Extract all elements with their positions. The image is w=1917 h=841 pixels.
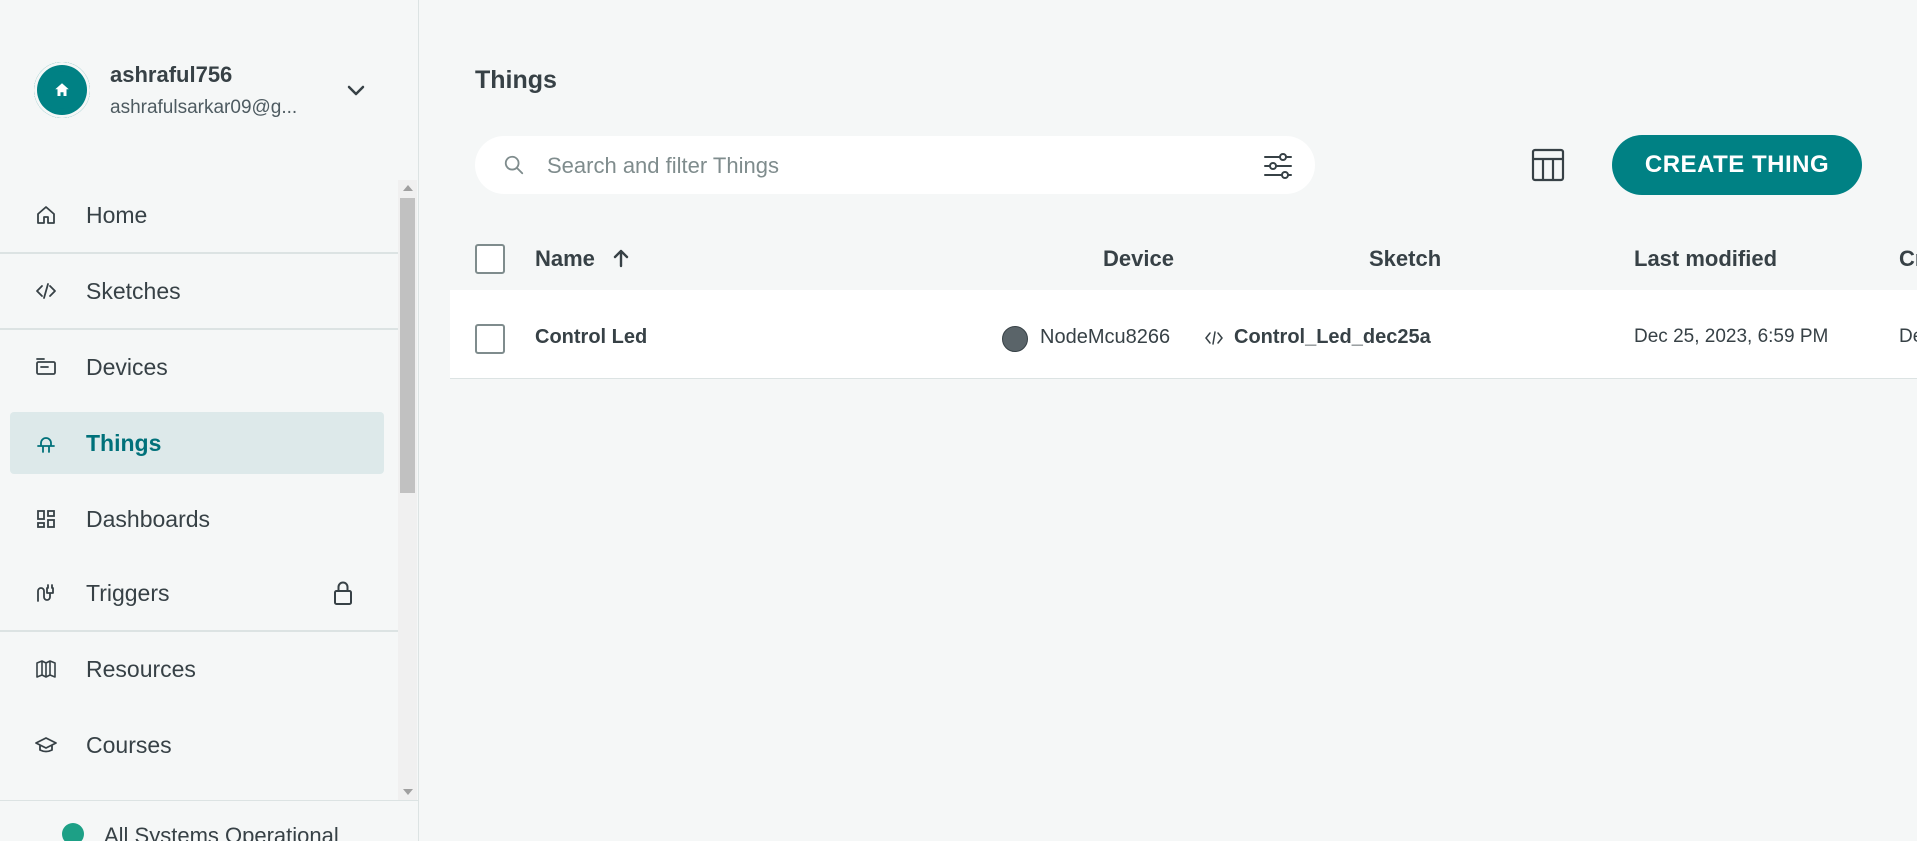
scroll-down-arrow[interactable] (403, 789, 413, 795)
table-row[interactable]: Control Led NodeMcu8266 Control_Led_dec2… (450, 290, 1917, 379)
home-icon (55, 83, 69, 96)
arrow-up-icon (613, 249, 629, 268)
sidebar-item-label: Triggers (86, 579, 170, 606)
sketch-name[interactable]: Control_Led_dec25a (1234, 326, 1431, 349)
scroll-up-arrow[interactable] (403, 185, 413, 191)
table-view-icon[interactable] (1531, 148, 1565, 182)
code-icon (36, 283, 56, 299)
device-status-dot (1002, 326, 1028, 352)
column-header-name[interactable]: Name (535, 246, 631, 272)
main-content: Things CREATE THING Name Device Sketch L… (419, 0, 1917, 841)
sidebar-item-triggers[interactable]: Triggers (10, 562, 384, 624)
home-icon (37, 206, 55, 224)
code-icon (1205, 331, 1223, 345)
sidebar-item-label: Home (86, 201, 148, 228)
column-header-label: Name (535, 246, 595, 271)
status-indicator (62, 823, 84, 841)
dashboard-icon (37, 510, 55, 528)
sidebar: ashraful756 ashrafulsarkar09@g... Home S… (0, 0, 419, 841)
status-text: All Systems Operational (104, 823, 339, 841)
chevron-down-icon[interactable] (344, 78, 368, 102)
select-all-checkbox[interactable] (475, 244, 505, 274)
column-header-device[interactable]: Device (1103, 246, 1174, 272)
book-icon (36, 660, 56, 678)
column-header-sketch[interactable]: Sketch (1369, 246, 1441, 272)
sidebar-item-label: Sketches (86, 277, 181, 304)
lock-icon (334, 581, 352, 605)
column-header-created[interactable]: Cr (1899, 246, 1917, 272)
sidebar-item-label: Resources (86, 655, 196, 682)
sidebar-item-courses[interactable]: Courses (10, 714, 384, 776)
thing-icon (37, 437, 55, 453)
account-switcher[interactable]: ashraful756 ashrafulsarkar09@g... (34, 60, 394, 124)
table-header: Name Device Sketch Last modified Cr (419, 238, 1917, 288)
sidebar-item-label: Things (86, 429, 162, 456)
last-modified-value: Dec 25, 2023, 6:59 PM (1634, 326, 1829, 347)
account-email: ashrafulsarkar09@g... (110, 97, 298, 118)
sidebar-item-things[interactable]: Things (10, 412, 384, 474)
search-input[interactable] (545, 146, 1229, 186)
system-status[interactable]: All Systems Operational (0, 800, 418, 841)
graduation-cap-icon (35, 737, 57, 753)
column-header-last-modified[interactable]: Last modified (1634, 246, 1777, 272)
sidebar-item-label: Courses (86, 731, 172, 758)
search-icon (504, 155, 524, 175)
sidebar-scrollbar[interactable] (398, 180, 417, 800)
created-value: De (1899, 326, 1917, 347)
trigger-icon (37, 584, 54, 602)
sidebar-item-devices[interactable]: Devices (10, 336, 384, 398)
avatar (34, 62, 90, 118)
nav-divider (0, 630, 398, 632)
sidebar-item-resources[interactable]: Resources (10, 638, 384, 700)
device-icon (36, 358, 56, 375)
sidebar-item-label: Dashboards (86, 505, 211, 532)
sidebar-item-sketches[interactable]: Sketches (10, 260, 384, 322)
nav-divider (0, 328, 398, 330)
create-thing-button[interactable]: CREATE THING (1612, 135, 1862, 195)
nav-divider (0, 252, 398, 254)
search-bar (475, 136, 1315, 194)
thing-name[interactable]: Control Led (535, 326, 647, 349)
filter-icon[interactable] (1263, 152, 1293, 180)
sidebar-item-label: Devices (86, 353, 168, 380)
account-username: ashraful756 (110, 62, 233, 87)
scroll-thumb[interactable] (400, 198, 415, 493)
page-title: Things (475, 66, 557, 94)
row-checkbox[interactable] (475, 324, 505, 354)
device-name[interactable]: NodeMcu8266 (1040, 326, 1170, 349)
sidebar-item-home[interactable]: Home (10, 184, 384, 246)
sidebar-item-dashboards[interactable]: Dashboards (10, 488, 384, 550)
